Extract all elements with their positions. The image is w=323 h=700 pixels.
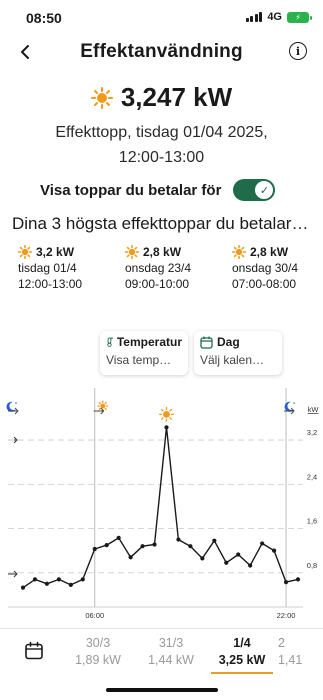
day-date: 2 <box>278 636 285 650</box>
x-tick-label: 06:00 <box>85 611 104 620</box>
power-chart-svg: 3,2 2,4 1,6 0,8 kW 06:00 22:00 <box>6 388 320 620</box>
data-point <box>176 537 181 542</box>
calendar-icon <box>200 336 213 349</box>
status-bar: 08:50 4G ⚡ <box>0 0 323 36</box>
network-label: 4G <box>267 11 282 23</box>
power-chart[interactable]: 3,2 2,4 1,6 0,8 kW 06:00 22:00 <box>0 388 323 628</box>
day-item[interactable]: 30/3 1,89 kW <box>63 635 133 669</box>
day-filter[interactable]: Dag Välj kalen… <box>194 331 282 375</box>
battery-icon: ⚡ <box>287 11 312 23</box>
data-point <box>295 577 301 582</box>
thermometer-icon <box>107 337 113 347</box>
selected-underline <box>211 672 273 674</box>
home-indicator <box>106 688 218 692</box>
data-point <box>283 580 289 585</box>
peak-description: Effekttopp, tisdag 01/04 2025, 12:00-13:… <box>0 120 323 170</box>
data-point <box>32 577 38 582</box>
peak-card-kw: 2,8 kW <box>143 245 182 259</box>
data-point <box>260 541 265 546</box>
paid-peaks-toggle[interactable]: ✓ <box>233 179 276 201</box>
peak-card-day: onsdag 30/4 <box>232 261 299 275</box>
status-time: 08:50 <box>26 10 62 26</box>
y-tick-label: 2,4 <box>307 472 317 481</box>
day-kw: 3,25 kW <box>218 653 266 667</box>
day-date: 31/3 <box>158 636 184 650</box>
sun-icon <box>232 245 246 259</box>
day-filter-value: Välj kalen… <box>200 353 265 367</box>
temperature-filter-value: Visa temp… <box>106 353 172 367</box>
day-date: 1/4 <box>233 636 251 650</box>
check-icon: ✓ <box>255 181 274 199</box>
paid-peaks-toggle-row: Visa toppar du betalar för ✓ <box>40 179 276 201</box>
data-point <box>236 552 241 557</box>
data-point <box>80 577 85 582</box>
sunrise-sun-icon <box>97 400 109 412</box>
peak-card-day: onsdag 23/4 <box>125 261 192 275</box>
data-point <box>20 585 26 590</box>
temperature-filter-title: Temperatur <box>116 335 182 349</box>
day-kw: 1,44 kW <box>148 653 194 667</box>
data-point <box>188 544 193 549</box>
data-point <box>164 425 169 430</box>
data-point <box>116 535 121 541</box>
day-item[interactable]: 2 1,41 <box>278 635 323 669</box>
sun-icon <box>90 86 113 109</box>
peak-card-time: 12:00-13:00 <box>18 277 83 291</box>
data-point <box>128 555 133 560</box>
arrow-marker <box>8 570 18 578</box>
calendar-icon[interactable] <box>24 641 44 661</box>
sun-icon <box>125 245 139 259</box>
signal-icon <box>245 12 263 22</box>
day-item-selected[interactable]: 1/4 3,25 kW <box>207 635 277 674</box>
data-point <box>92 546 97 552</box>
data-point <box>44 581 50 586</box>
data-point <box>212 538 217 543</box>
nav-bar: Effektanvändning i <box>0 38 323 68</box>
toggle-label: Visa toppar du betalar för <box>40 181 222 199</box>
day-kw: 1,41 <box>278 653 303 667</box>
y-tick-label: 3,2 <box>307 428 317 437</box>
data-point <box>152 542 157 547</box>
day-date: 30/3 <box>85 636 111 650</box>
top3-heading: Dina 3 högsta effekttoppar du betalar… <box>12 214 309 233</box>
peak-summary: 3,247 kW <box>0 82 323 113</box>
data-point <box>248 563 253 568</box>
peak-card-day: tisdag 01/4 <box>18 261 77 275</box>
data-point <box>224 560 229 565</box>
day-selector: 30/3 1,89 kW 31/3 1,44 kW 1/4 3,25 kW 2 … <box>0 628 323 680</box>
x-tick-label: 22:00 <box>277 611 296 620</box>
peak-time: 12:00-13:00 <box>118 149 205 166</box>
peak-card-time: 09:00-10:00 <box>125 277 190 291</box>
peak-date: Effekttopp, tisdag 01/04 2025, <box>55 124 268 141</box>
peak-card-time: 07:00-08:00 <box>232 277 297 291</box>
y-unit-label: kW <box>308 405 320 414</box>
data-point <box>140 544 145 549</box>
data-point <box>56 577 61 582</box>
day-filter-title: Dag <box>217 335 240 349</box>
page-title: Effektanvändning <box>80 41 243 62</box>
peak-card: 2,8 kW onsdag 30/4 07:00-08:00 <box>232 244 323 292</box>
peak-card: 2,8 kW onsdag 23/4 09:00-10:00 <box>125 244 235 292</box>
y-tick-label: 0,8 <box>307 561 317 570</box>
peak-sun-icon <box>159 406 174 422</box>
temperature-filter[interactable]: Temperatur Visa temp… <box>100 331 188 375</box>
info-icon[interactable]: i <box>289 42 307 60</box>
moon-icon <box>6 401 17 412</box>
peak-card-kw: 2,8 kW <box>250 245 289 259</box>
sun-icon <box>18 245 32 259</box>
y-tick-label: 1,6 <box>307 517 317 526</box>
chart-filters: Temperatur Visa temp… Dag Välj kalen… <box>100 331 282 375</box>
data-point <box>104 542 109 548</box>
status-indicators: 4G ⚡ <box>245 11 312 23</box>
data-point <box>200 556 205 561</box>
peak-card: 3,2 kW tisdag 01/4 12:00-13:00 <box>18 244 128 292</box>
data-point <box>271 548 277 553</box>
peak-card-kw: 3,2 kW <box>36 245 75 259</box>
data-point <box>68 582 73 587</box>
series-line <box>22 426 299 589</box>
day-kw: 1,89 kW <box>75 653 121 667</box>
peak-value: 3,247 kW <box>120 82 233 112</box>
day-item[interactable]: 31/3 1,44 kW <box>136 635 206 669</box>
